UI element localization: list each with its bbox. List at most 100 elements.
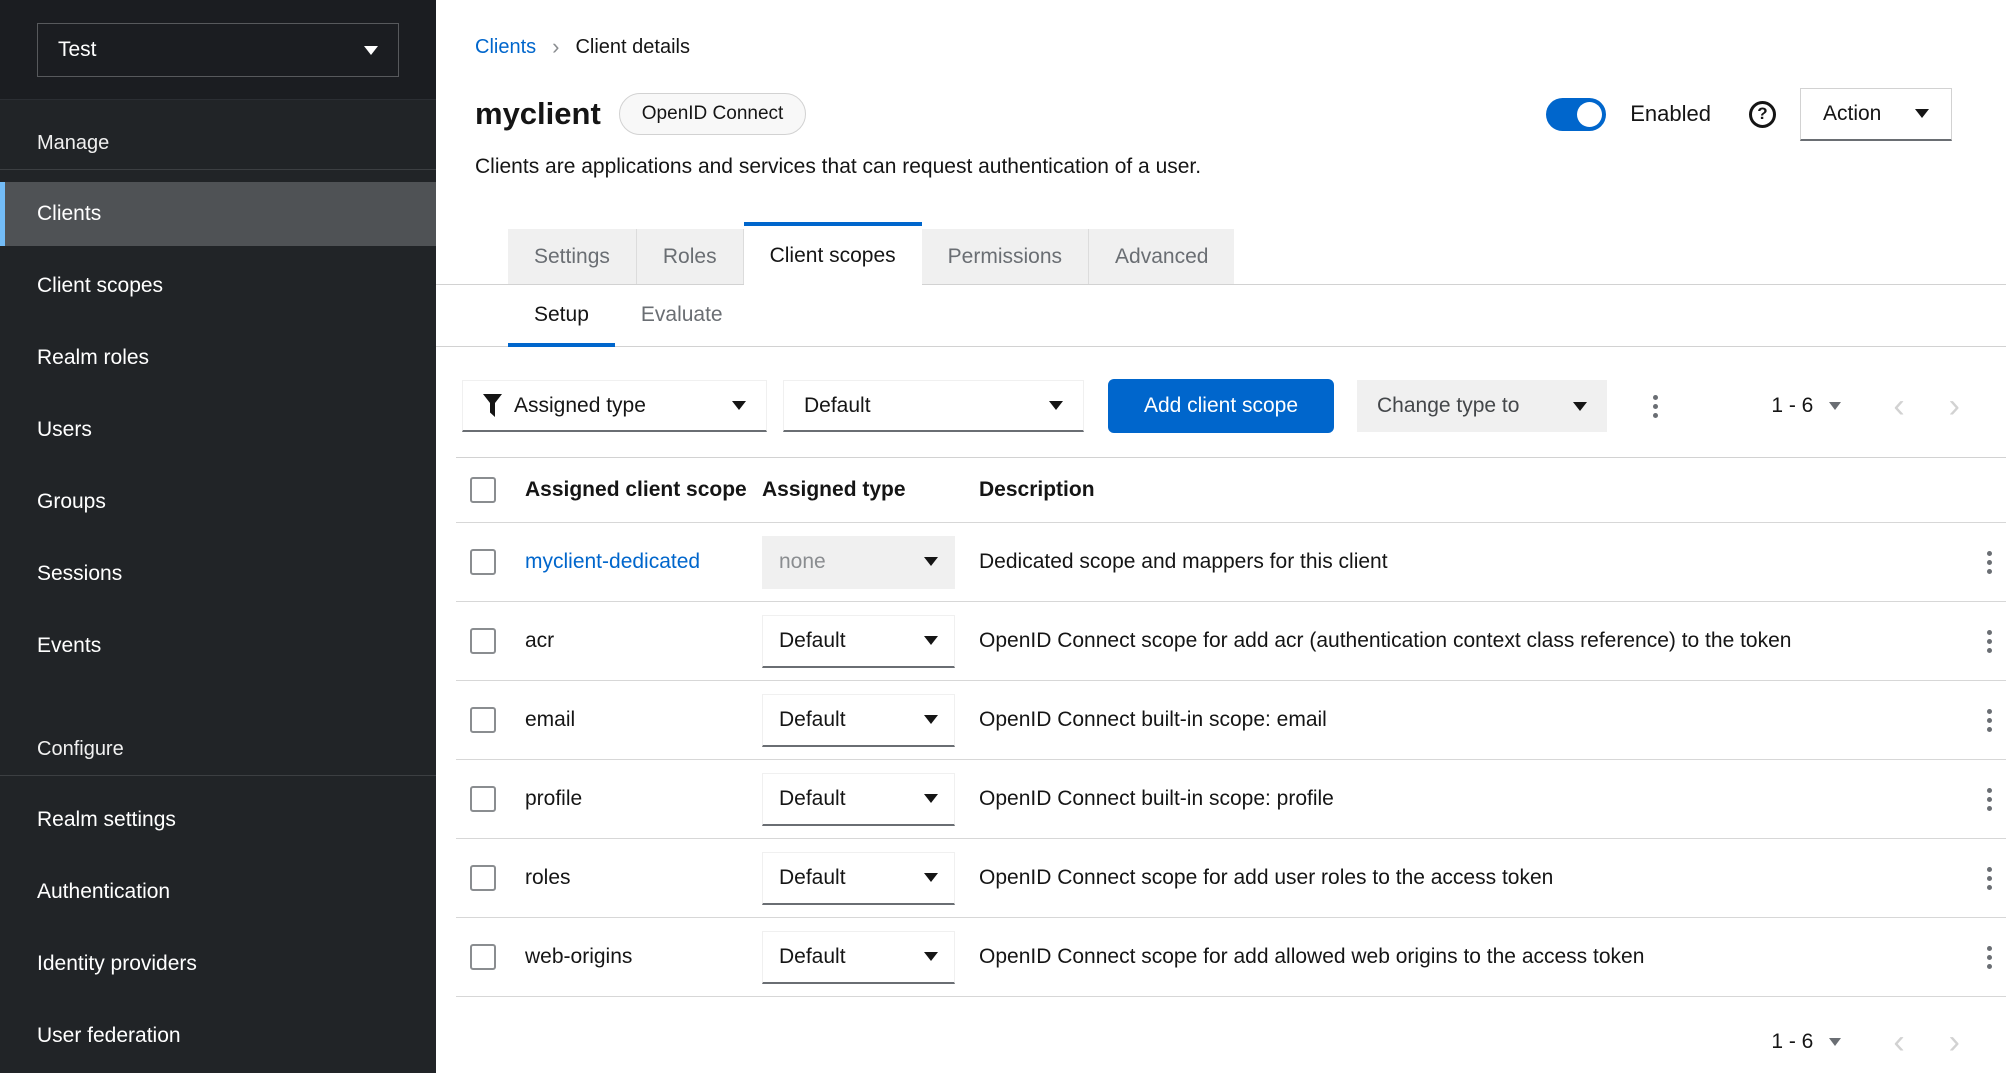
- pagination-prev-button[interactable]: ‹: [1893, 1027, 1904, 1057]
- pagination-top: 1 - 6 ‹ ›: [1771, 391, 1960, 421]
- enabled-toggle[interactable]: [1546, 98, 1606, 131]
- assigned-type-value: none: [779, 550, 826, 574]
- sidebar-item-events[interactable]: Events: [0, 614, 436, 678]
- filter-dropdown-label: Assigned type: [514, 394, 646, 418]
- pagination-range-dropdown[interactable]: 1 - 6: [1771, 1030, 1841, 1054]
- table-row: roles Default OpenID Connect scope for a…: [456, 839, 2006, 918]
- row-checkbox[interactable]: [470, 786, 496, 812]
- assigned-type-filter-dropdown[interactable]: Assigned type: [462, 380, 767, 432]
- subtab-setup[interactable]: Setup: [508, 285, 615, 347]
- pagination-prev-button[interactable]: ‹: [1893, 391, 1904, 421]
- row-kebab-button[interactable]: [1977, 938, 2002, 977]
- scope-description: OpenID Connect built-in scope: profile: [979, 787, 1936, 811]
- filter-value-dropdown[interactable]: Default: [783, 380, 1084, 432]
- filter-icon: [483, 394, 502, 417]
- tab-permissions[interactable]: Permissions: [922, 229, 1089, 284]
- assigned-type-select[interactable]: Default: [762, 931, 955, 984]
- sidebar-item-authentication[interactable]: Authentication: [0, 860, 436, 924]
- scope-name: acr: [525, 629, 554, 652]
- assigned-type-select[interactable]: Default: [762, 773, 955, 826]
- realm-selector[interactable]: Test: [37, 23, 399, 77]
- chevron-down-icon: [1573, 402, 1587, 411]
- tab-settings[interactable]: Settings: [508, 229, 637, 284]
- chevron-down-icon: [924, 794, 938, 803]
- client-scopes-table: Assigned client scope Assigned type Desc…: [456, 457, 2006, 997]
- scope-name-link[interactable]: myclient-dedicated: [525, 550, 700, 573]
- row-kebab-button[interactable]: [1977, 780, 2002, 819]
- row-kebab-button[interactable]: [1977, 543, 2002, 582]
- chevron-down-icon: [1829, 1038, 1841, 1046]
- sidebar-item-sessions[interactable]: Sessions: [0, 542, 436, 606]
- chevron-down-icon: [1829, 402, 1841, 410]
- table-row: acr Default OpenID Connect scope for add…: [456, 602, 2006, 681]
- add-client-scope-button[interactable]: Add client scope: [1108, 379, 1334, 433]
- chevron-down-icon: [924, 636, 938, 645]
- main-content: Clients › Client details myclient OpenID…: [436, 0, 2006, 1073]
- sidebar-item-user-federation[interactable]: User federation: [0, 1004, 436, 1068]
- row-checkbox[interactable]: [470, 549, 496, 575]
- sidebar-item-users[interactable]: Users: [0, 398, 436, 462]
- help-icon[interactable]: ?: [1749, 101, 1776, 128]
- sidebar-item-realm-settings[interactable]: Realm settings: [0, 788, 436, 852]
- nav-list-manage: Clients Client scopes Realm roles Users …: [0, 182, 436, 678]
- breadcrumb-clients-link[interactable]: Clients: [475, 36, 536, 59]
- toggle-knob: [1577, 102, 1602, 127]
- row-checkbox[interactable]: [470, 628, 496, 654]
- assigned-type-value: Default: [779, 945, 846, 969]
- row-checkbox[interactable]: [470, 707, 496, 733]
- action-dropdown-label: Action: [1823, 102, 1881, 126]
- pagination-next-button[interactable]: ›: [1949, 1027, 1960, 1057]
- action-dropdown[interactable]: Action: [1800, 88, 1952, 141]
- nav-list-configure: Realm settings Authentication Identity p…: [0, 788, 436, 1068]
- pagination-range: 1 - 6: [1771, 394, 1813, 418]
- assigned-type-select[interactable]: Default: [762, 852, 955, 905]
- protocol-badge: OpenID Connect: [619, 93, 807, 135]
- enabled-label: Enabled: [1630, 101, 1711, 127]
- sidebar-item-identity-providers[interactable]: Identity providers: [0, 932, 436, 996]
- chevron-down-icon: [924, 715, 938, 724]
- pagination-range-dropdown[interactable]: 1 - 6: [1771, 394, 1841, 418]
- sidebar-item-clients[interactable]: Clients: [0, 182, 436, 246]
- pagination-bottom: 1 - 6 ‹ ›: [436, 1027, 1960, 1057]
- sidebar-item-client-scopes[interactable]: Client scopes: [0, 254, 436, 318]
- tab-bar: Settings Roles Client scopes Permissions…: [436, 222, 2006, 285]
- sidebar-item-groups[interactable]: Groups: [0, 470, 436, 534]
- tab-client-scopes[interactable]: Client scopes: [744, 222, 922, 285]
- toolbar: Assigned type Default Add client scope C…: [462, 379, 1960, 433]
- breadcrumb-separator-icon: ›: [552, 37, 559, 57]
- scope-name: profile: [525, 787, 582, 810]
- chevron-down-icon: [924, 557, 938, 566]
- row-kebab-button[interactable]: [1977, 859, 2002, 898]
- subtab-evaluate[interactable]: Evaluate: [615, 285, 749, 346]
- select-all-checkbox[interactable]: [470, 477, 496, 503]
- change-type-label: Change type to: [1377, 394, 1519, 418]
- row-checkbox[interactable]: [470, 865, 496, 891]
- nav-section-configure: Configure: [37, 738, 436, 762]
- pagination-next-button[interactable]: ›: [1949, 391, 1960, 421]
- scope-description: OpenID Connect scope for add allowed web…: [979, 945, 1936, 969]
- chevron-down-icon: [924, 873, 938, 882]
- tab-roles[interactable]: Roles: [637, 229, 744, 284]
- row-checkbox[interactable]: [470, 944, 496, 970]
- assigned-type-select[interactable]: Default: [762, 694, 955, 747]
- chevron-down-icon: [732, 401, 746, 410]
- toolbar-kebab-button[interactable]: [1643, 387, 1668, 426]
- assigned-type-value: Default: [779, 629, 846, 653]
- change-type-dropdown[interactable]: Change type to: [1357, 380, 1607, 432]
- chevron-down-icon: [364, 46, 378, 55]
- filter-value-label: Default: [804, 394, 871, 418]
- assigned-type-value: Default: [779, 708, 846, 732]
- assigned-type-value: Default: [779, 787, 846, 811]
- column-header-assigned-client-scope: Assigned client scope: [510, 478, 762, 502]
- page-title: myclient: [475, 94, 601, 134]
- assigned-type-select[interactable]: Default: [762, 615, 955, 668]
- assigned-type-select[interactable]: none: [762, 536, 955, 589]
- sidebar-item-realm-roles[interactable]: Realm roles: [0, 326, 436, 390]
- scope-description: Dedicated scope and mappers for this cli…: [979, 550, 1936, 574]
- scope-name: roles: [525, 866, 571, 889]
- row-kebab-button[interactable]: [1977, 701, 2002, 740]
- divider: [0, 169, 436, 170]
- tab-advanced[interactable]: Advanced: [1089, 229, 1234, 284]
- row-kebab-button[interactable]: [1977, 622, 2002, 661]
- scope-description: OpenID Connect scope for add user roles …: [979, 866, 1936, 890]
